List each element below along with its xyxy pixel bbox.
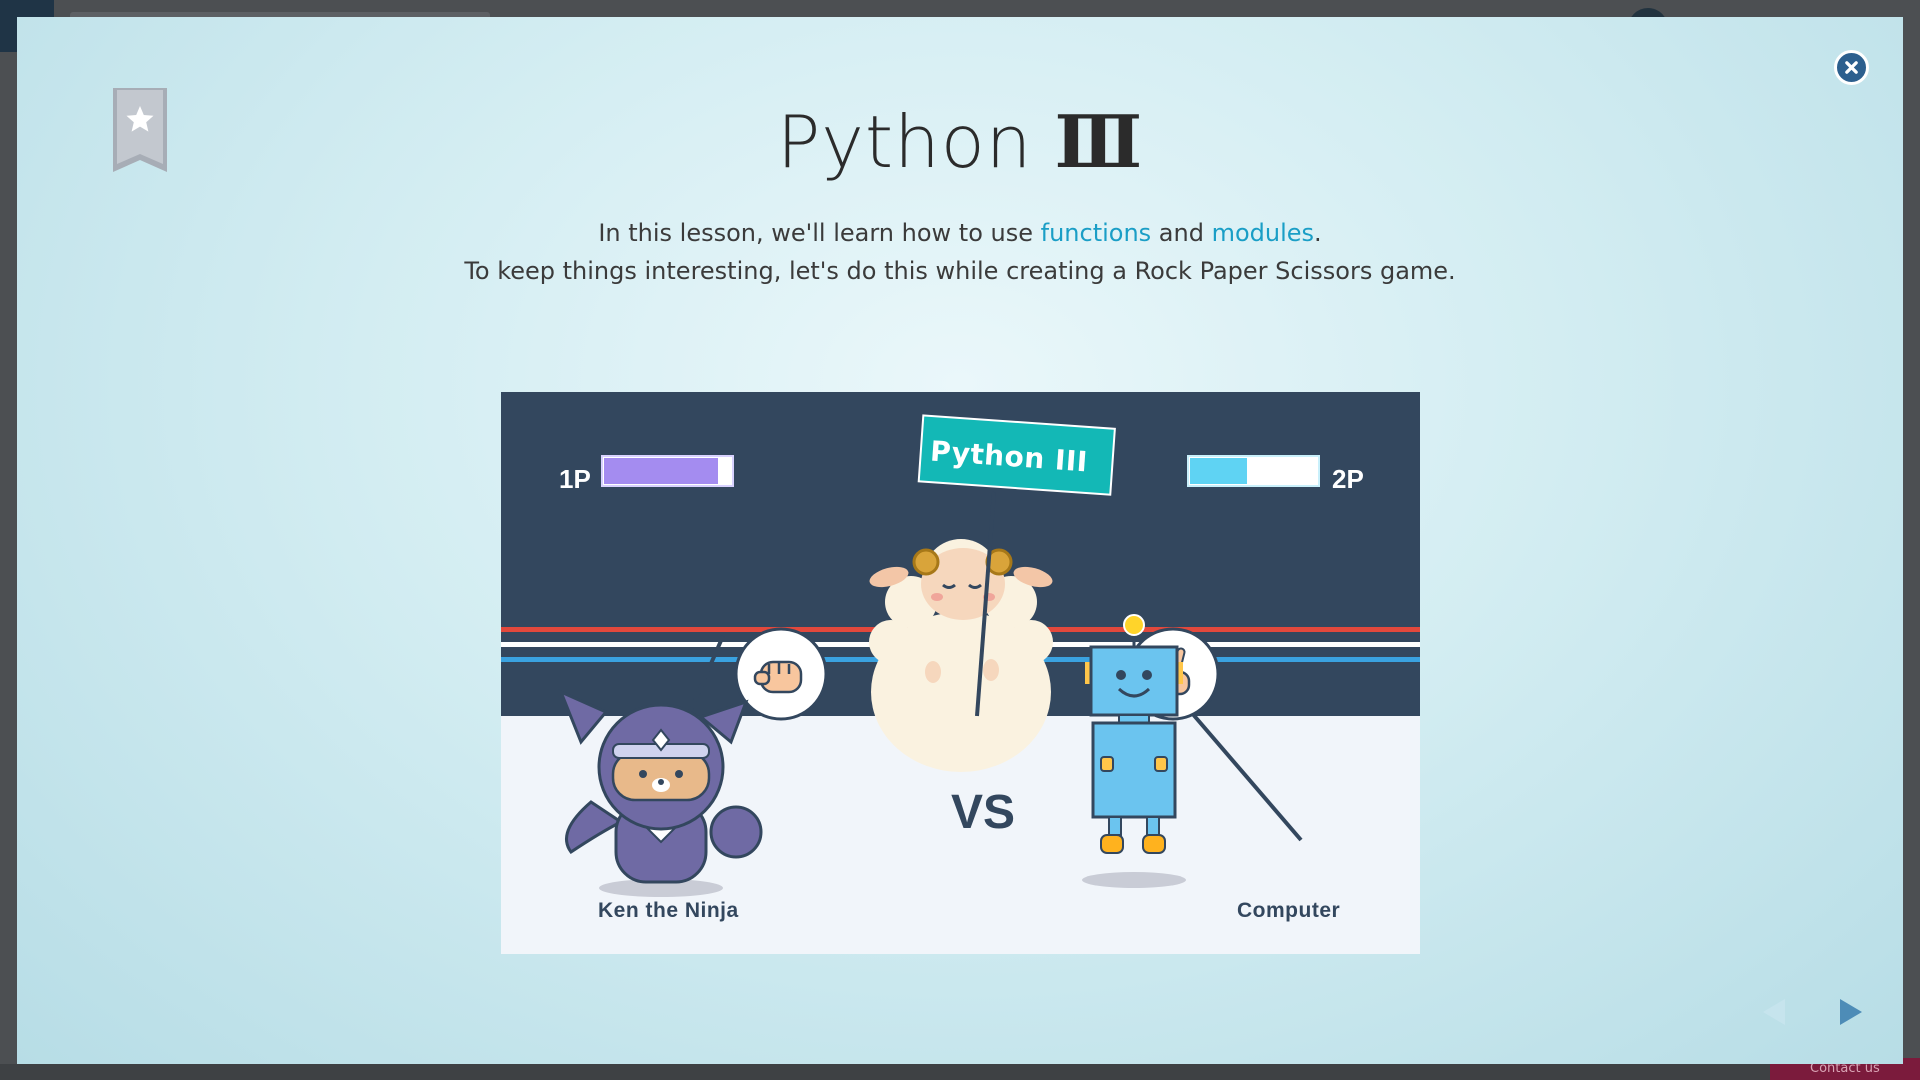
- player1-label: 1P: [559, 464, 591, 494]
- description-line-1: In this lesson, we'll learn how to use f…: [17, 214, 1903, 252]
- player2-name: Computer: [1237, 899, 1341, 922]
- lesson-title-word: Python: [776, 100, 1033, 184]
- versus-text: VS: [951, 786, 1016, 839]
- player1-name: Ken the Ninja: [598, 899, 739, 922]
- next-arrow-icon[interactable]: [1832, 994, 1868, 1030]
- player2-label: 2P: [1332, 464, 1364, 494]
- description-text: .: [1314, 219, 1322, 247]
- lesson-title-numeral: Ⅲ: [1054, 99, 1144, 184]
- previous-arrow-icon[interactable]: [1757, 994, 1793, 1030]
- illustration-art: [501, 414, 1420, 897]
- description-text: and: [1151, 219, 1212, 247]
- rock-paper-scissors-illustration: 1P 2P Python III VS Ken the Ninja Comput…: [501, 392, 1420, 954]
- close-button[interactable]: [1834, 50, 1869, 85]
- lesson-intro-modal: Python Ⅲ In this lesson, we'll learn how …: [17, 17, 1903, 1064]
- lesson-title: Python Ⅲ: [17, 99, 1903, 184]
- computer-robot: [1082, 614, 1186, 888]
- description-line-2: To keep things interesting, let's do thi…: [464, 257, 1456, 285]
- player1-health-bar-fill: [604, 458, 718, 484]
- lesson-description: In this lesson, we'll learn how to use f…: [17, 214, 1903, 290]
- functions-link[interactable]: functions: [1041, 219, 1152, 247]
- close-icon: [1845, 61, 1858, 74]
- player2-health-bar-fill: [1190, 458, 1247, 484]
- referee-sheep: [869, 539, 1053, 772]
- ken-the-ninja: [558, 689, 763, 897]
- background-bottom-bar: [0, 1064, 1920, 1080]
- description-text: In this lesson, we'll learn how to use: [598, 219, 1041, 247]
- modules-link[interactable]: modules: [1212, 219, 1314, 247]
